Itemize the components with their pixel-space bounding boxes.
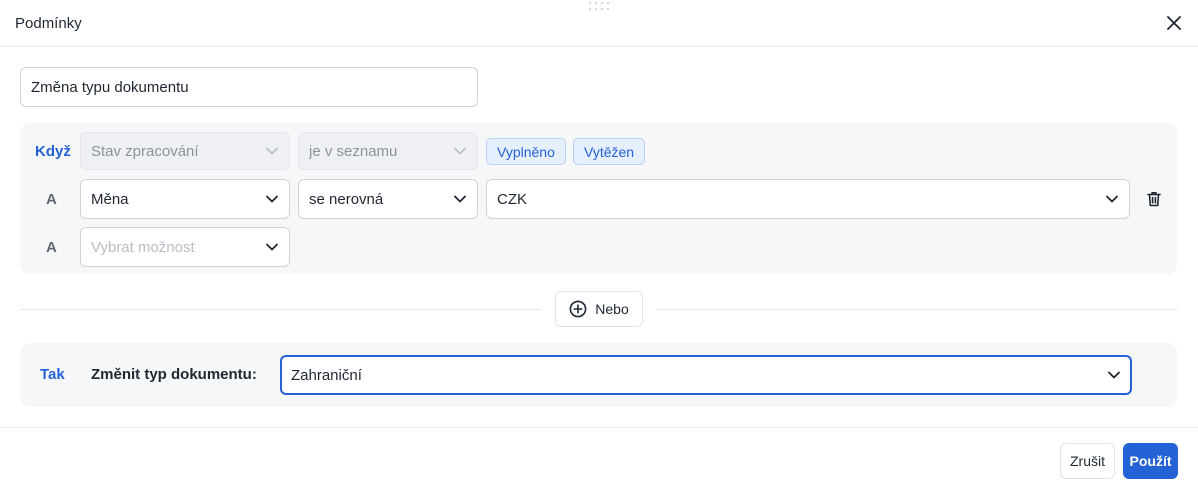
condition-value: CZK	[497, 190, 527, 208]
then-label: Tak	[40, 366, 65, 383]
plus-circle-icon	[569, 300, 587, 318]
dialog-title: Podmínky	[15, 15, 82, 32]
condition-field-select[interactable]: Vybrat možnost	[80, 227, 290, 267]
chevron-down-icon	[453, 144, 467, 158]
chevron-down-icon	[265, 192, 279, 206]
divider	[20, 309, 542, 310]
close-button[interactable]	[1164, 13, 1184, 33]
value-chip-vyplneno[interactable]: Vyplněno	[486, 138, 566, 165]
condition-field-select: Stav zpracování	[80, 132, 290, 170]
conditions-dialog: Podmínky Když Stav zpracování je v sezna…	[0, 0, 1198, 494]
rule-name-input[interactable]	[20, 67, 478, 107]
condition-field-value: Stav zpracování	[91, 142, 199, 160]
chevron-down-icon	[265, 144, 279, 158]
divider	[656, 309, 1177, 310]
chevron-down-icon	[453, 192, 467, 206]
when-label: Když	[35, 143, 71, 160]
condition-operator-value: je v seznamu	[309, 142, 398, 160]
action-description: Změnit typ dokumentu:	[91, 366, 257, 383]
footer-divider	[0, 427, 1198, 428]
value-chip-vytezen[interactable]: Vytěžen	[573, 138, 646, 165]
document-type-value: Zahraniční	[291, 366, 362, 384]
cancel-button[interactable]: Zrušit	[1060, 443, 1115, 479]
and-label: A	[46, 191, 57, 208]
condition-field-value: Měna	[91, 190, 129, 208]
add-or-group-label: Nebo	[595, 301, 629, 317]
condition-value-select[interactable]: CZK	[486, 179, 1130, 219]
add-or-group-button[interactable]: Nebo	[555, 291, 643, 327]
drag-handle-icon[interactable]	[589, 2, 611, 12]
condition-operator-select[interactable]: se nerovná	[298, 179, 478, 219]
document-type-select[interactable]: Zahraniční	[280, 355, 1132, 395]
condition-operator-value: se nerovná	[309, 190, 384, 208]
chevron-down-icon	[1105, 192, 1119, 206]
trash-icon	[1147, 192, 1161, 207]
condition-field-placeholder: Vybrat možnost	[91, 238, 195, 256]
delete-condition-button[interactable]	[1145, 190, 1163, 208]
and-label: A	[46, 239, 57, 256]
apply-button[interactable]: Použít	[1123, 443, 1178, 479]
chevron-down-icon	[265, 240, 279, 254]
condition-operator-select: je v seznamu	[298, 132, 478, 170]
chevron-down-icon	[1107, 368, 1121, 382]
condition-field-select[interactable]: Měna	[80, 179, 290, 219]
close-icon	[1167, 16, 1181, 30]
